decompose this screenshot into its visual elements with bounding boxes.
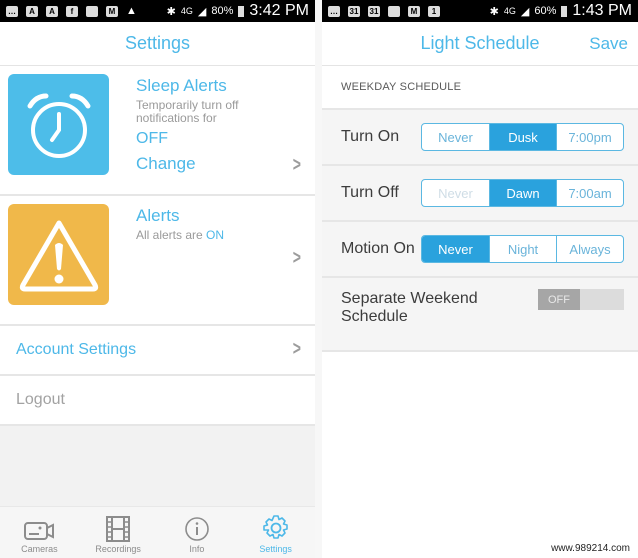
email-icon: M	[106, 5, 118, 17]
alerts-status: ON	[206, 228, 225, 242]
sleep-alerts-card[interactable]: Sleep Alerts Temporarily turn off notifi…	[0, 66, 315, 196]
alerts-card[interactable]: Alerts All alerts are ON >	[0, 196, 315, 326]
logout-label: Logout	[16, 391, 65, 408]
calendar-icon: 31	[348, 5, 360, 17]
message-icon: …	[328, 5, 340, 17]
network-indicator: 4G	[180, 6, 193, 16]
segment-option[interactable]: Dawn	[489, 180, 556, 206]
watermark: www.989214.com	[551, 543, 630, 554]
page-title: Settings	[124, 33, 191, 53]
tab-info[interactable]: Info	[158, 507, 237, 558]
sleep-alerts-title: Sleep Alerts	[136, 76, 227, 95]
save-button[interactable]: Save	[589, 34, 628, 54]
image-icon	[86, 5, 98, 17]
bluetooth-icon: ✱	[489, 5, 499, 18]
tab-settings[interactable]: Settings	[236, 507, 315, 558]
clock: 3:42 PM	[249, 2, 309, 19]
tab-label: Cameras	[21, 544, 58, 554]
segment-option[interactable]: Night	[489, 236, 556, 262]
sleep-alerts-tile	[8, 74, 109, 175]
segment-option[interactable]: Never	[422, 124, 489, 150]
notification-icons: … 31 31 M 1	[328, 5, 490, 17]
status-bar: … A A f M ▲ ✱ 4G ◢ 80% 3:42 PM	[0, 0, 315, 22]
settings-screen: … A A f M ▲ ✱ 4G ◢ 80% 3:42 PM Settings	[0, 0, 315, 558]
segment-option[interactable]: Always	[556, 236, 623, 262]
section-title: WEEKDAY SCHEDULE	[322, 66, 638, 110]
chevron-right-icon: >	[293, 154, 302, 176]
tab-label: Info	[189, 544, 205, 554]
chevron-right-icon: >	[293, 247, 302, 269]
bluetooth-icon: ✱	[166, 5, 176, 18]
notification-icons: … A A f M ▲	[6, 5, 167, 17]
screen-divider	[315, 0, 322, 558]
alerts-tile	[8, 204, 109, 305]
separate-weekend-label: Separate Weekend Schedule	[341, 290, 478, 325]
clock: 1:43 PM	[572, 2, 632, 19]
turn-on-label: Turn On	[341, 128, 400, 145]
account-settings-row[interactable]: Account Settings >	[0, 326, 315, 376]
battery-icon	[238, 5, 245, 17]
network-indicator: 4G	[503, 6, 516, 16]
segment-option[interactable]: 7:00pm	[556, 124, 623, 150]
logout-row[interactable]: Logout	[0, 376, 315, 426]
separate-weekend-row: Separate Weekend Schedule OFF	[322, 278, 638, 352]
info-icon	[185, 517, 209, 541]
calendar-icon: 1	[428, 5, 440, 17]
tab-label: Recordings	[95, 544, 141, 554]
tab-cameras[interactable]: Cameras	[0, 507, 79, 558]
signal-icon: ◢	[520, 5, 530, 18]
film-icon	[106, 516, 131, 542]
turn-on-segmented-control: Never Dusk 7:00pm	[421, 123, 624, 151]
alarm-clock-icon	[27, 93, 90, 158]
segment-option[interactable]: Never	[422, 236, 489, 262]
turn-off-row: Turn Off Never Dawn 7:00am	[322, 166, 638, 222]
segment-option[interactable]: 7:00am	[556, 180, 623, 206]
email-icon: M	[408, 5, 420, 17]
page-title: Light Schedule	[420, 33, 540, 53]
tab-recordings[interactable]: Recordings	[79, 507, 158, 558]
camera-icon	[24, 522, 55, 540]
sleep-alerts-change-link[interactable]: Change	[136, 154, 285, 174]
app-icon	[388, 5, 400, 17]
sleep-alerts-value: OFF	[136, 130, 168, 147]
signal-icon: ◢	[197, 5, 207, 18]
account-settings-label: Account Settings	[16, 341, 137, 358]
toggle-state: OFF	[538, 289, 580, 310]
motion-on-segmented-control: Never Night Always	[421, 235, 624, 263]
battery-percent: 60%	[534, 5, 557, 17]
warning-icon: ▲	[126, 5, 137, 17]
segment-option[interactable]: Dusk	[489, 124, 556, 150]
separate-weekend-toggle[interactable]: OFF	[538, 289, 624, 310]
tab-label: Settings	[259, 544, 292, 554]
chevron-right-icon: >	[293, 338, 302, 360]
turn-on-row: Turn On Never Dusk 7:00pm	[322, 110, 638, 166]
app-a-icon: A	[26, 5, 38, 17]
message-icon: …	[6, 5, 18, 17]
header: Settings	[0, 22, 315, 66]
warning-triangle-icon	[19, 220, 98, 291]
motion-on-label: Motion On	[341, 240, 415, 257]
battery-icon	[561, 5, 568, 17]
calendar-icon: 31	[368, 5, 380, 17]
motion-on-row: Motion On Never Night Always	[322, 222, 638, 278]
turn-off-label: Turn Off	[341, 184, 399, 201]
alerts-description: All alerts are	[136, 228, 203, 242]
battery-percent: 80%	[211, 5, 234, 17]
status-bar: … 31 31 M 1 ✱ 4G ◢ 60% 1:43 PM	[322, 0, 638, 22]
bottom-tab-bar: Cameras Recordings Info Settings	[0, 506, 315, 558]
facebook-icon: f	[66, 5, 78, 17]
alerts-title: Alerts	[136, 206, 180, 225]
turn-off-segmented-control: Never Dawn 7:00am	[421, 179, 624, 207]
segment-option[interactable]: Never	[422, 180, 489, 206]
app-a-icon: A	[46, 5, 58, 17]
gear-icon	[262, 515, 288, 539]
header: Light Schedule Save	[322, 22, 638, 66]
sleep-alerts-description: Temporarily turn off notifications for	[136, 98, 239, 125]
light-schedule-screen: … 31 31 M 1 ✱ 4G ◢ 60% 1:43 PM Light Sch…	[322, 0, 638, 558]
